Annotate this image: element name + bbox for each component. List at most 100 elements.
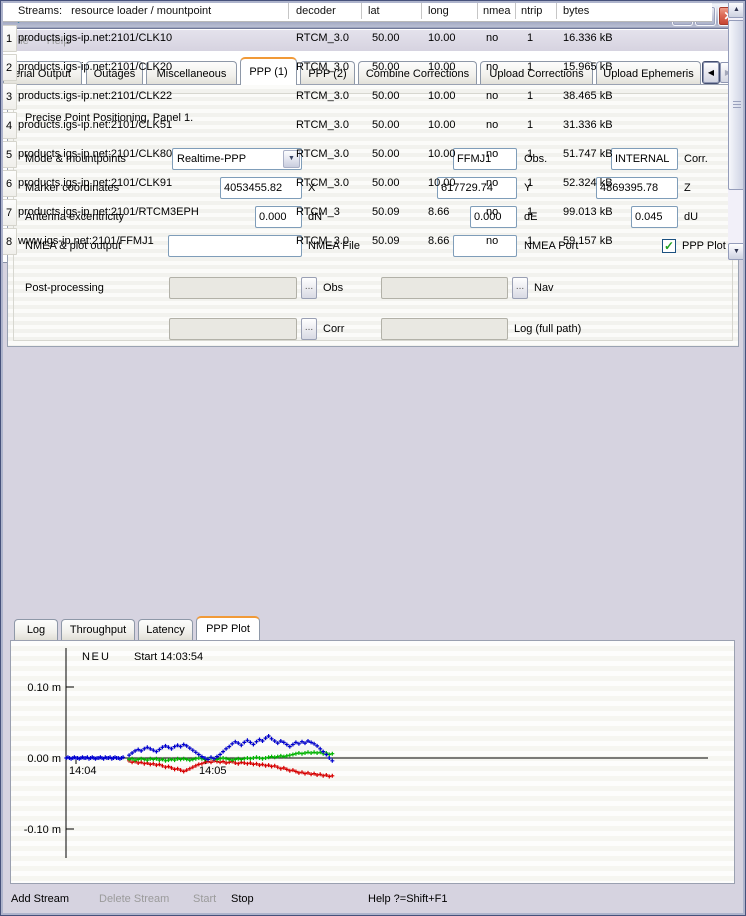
- row-number[interactable]: 2: [1, 54, 17, 81]
- tab-log[interactable]: Log: [14, 619, 58, 640]
- post-nav-label: Nav: [534, 277, 554, 299]
- cell-mountpoint: products.igs-ip.net:2101/CLK80: [18, 140, 172, 169]
- col-ntrip[interactable]: ntrip: [521, 0, 542, 22]
- post-log-label: Log (full path): [514, 318, 581, 340]
- cell-ntrip: 1: [527, 53, 533, 82]
- tab-latency[interactable]: Latency: [138, 619, 193, 640]
- cell-nmea: no: [486, 227, 498, 256]
- post-obs-label: Obs: [323, 277, 343, 299]
- cell-ntrip: 1: [527, 227, 533, 256]
- cell-mountpoint: products.igs-ip.net:2101/CLK51: [18, 111, 172, 140]
- app-window: BKG Ntrip Client (BNC) Version 2.6 ✕ Fil…: [0, 0, 746, 916]
- row-number[interactable]: 8: [1, 228, 17, 255]
- start-button: Start: [193, 893, 216, 905]
- cell-decoder: RTCM_3.0: [296, 82, 349, 111]
- cell-long: 10.00: [428, 169, 456, 198]
- cell-lat: 50.00: [372, 24, 400, 53]
- stop-button[interactable]: Stop: [231, 893, 254, 905]
- triangle-up-icon: ▲: [733, 6, 740, 13]
- tab-ppp-1-[interactable]: PPP (1): [240, 57, 297, 85]
- table-row[interactable]: 4products.igs-ip.net:2101/CLK51 RTCM_3.0 5…: [0, 111, 712, 140]
- row-number[interactable]: 6: [1, 170, 17, 197]
- scrollbar-thumb[interactable]: [728, 20, 745, 190]
- cell-decoder: RTCM_3.0: [296, 169, 349, 198]
- cell-ntrip: 1: [527, 24, 533, 53]
- cell-mountpoint: products.igs-ip.net:2101/CLK10: [18, 24, 172, 53]
- cell-nmea: no: [486, 169, 498, 198]
- post-obs-browse-button[interactable]: ...: [301, 277, 317, 299]
- cell-decoder: RTCM_3.0: [296, 53, 349, 82]
- table-row[interactable]: 6products.igs-ip.net:2101/CLK91 RTCM_3.0 5…: [0, 169, 712, 198]
- delete-stream-button: Delete Stream: [99, 893, 169, 905]
- scroll-down-button[interactable]: ▼: [728, 243, 745, 260]
- cell-long: 8.66: [428, 227, 449, 256]
- post-label: Post-processing: [25, 277, 104, 299]
- cell-lat: 50.00: [372, 111, 400, 140]
- tab-throughput[interactable]: Throughput: [61, 619, 135, 640]
- add-stream-button[interactable]: Add Stream: [11, 893, 69, 905]
- cell-decoder: RTCM_3.0: [296, 111, 349, 140]
- cell-ntrip: 1: [527, 111, 533, 140]
- cell-lat: 50.00: [372, 82, 400, 111]
- cell-lat: 50.09: [372, 198, 400, 227]
- table-scrollbar[interactable]: ▲ ▼: [728, 1, 745, 260]
- table-row[interactable]: 2products.igs-ip.net:2101/CLK20 RTCM_3.0 5…: [0, 53, 712, 82]
- cell-nmea: no: [486, 198, 498, 227]
- cell-bytes: 51.747 kB: [563, 140, 613, 169]
- row-number[interactable]: 1: [1, 25, 17, 52]
- row-number[interactable]: 7: [1, 199, 17, 226]
- cell-decoder: RTCM_3.0: [296, 227, 349, 256]
- tab-ppp-plot[interactable]: PPP Plot: [196, 616, 260, 640]
- cell-mountpoint: products.igs-ip.net:2101/CLK91: [18, 169, 172, 198]
- output-tab-strip: LogThroughputLatencyPPP Plot: [0, 616, 746, 640]
- row-number[interactable]: 5: [1, 141, 17, 168]
- help-shortcut-label: Help ?=Shift+F1: [368, 893, 448, 905]
- col-decoder[interactable]: decoder: [296, 0, 336, 22]
- cell-ntrip: 1: [527, 82, 533, 111]
- cell-lat: 50.00: [372, 53, 400, 82]
- cell-long: 10.00: [428, 82, 456, 111]
- table-row[interactable]: 7products.igs-ip.net:2101/RTCM3EPHRTCM_3…: [0, 198, 712, 227]
- col-long[interactable]: long: [428, 0, 449, 22]
- ppp-plot-chart: 0.10 m0.00 m-0.10 m14:0414:05NEUStart 14…: [11, 641, 734, 883]
- post-log-field: [381, 318, 508, 340]
- cell-long: 10.00: [428, 53, 456, 82]
- table-row[interactable]: 1products.igs-ip.net:2101/CLK10RTCM_3.05…: [0, 24, 712, 53]
- triangle-down-icon: ▼: [733, 248, 740, 255]
- post-corr-browse-button[interactable]: ...: [301, 318, 317, 340]
- cell-nmea: no: [486, 24, 498, 53]
- cell-ntrip: 1: [527, 169, 533, 198]
- post-corr-field: [169, 318, 297, 340]
- cell-long: 8.66: [428, 198, 449, 227]
- cell-nmea: no: [486, 53, 498, 82]
- scroll-up-button[interactable]: ▲: [728, 1, 745, 18]
- table-row[interactable]: 8www.igs-ip.net:2101/FFMJ1RTCM_3.050.098…: [0, 227, 712, 256]
- col-lat[interactable]: lat: [368, 0, 380, 22]
- col-streams[interactable]: Streams: resource loader / mountpoint: [18, 0, 211, 22]
- grip-icon: [733, 101, 741, 109]
- col-bytes[interactable]: bytes: [563, 0, 589, 22]
- cell-decoder: RTCM_3: [296, 198, 340, 227]
- cell-decoder: RTCM_3.0: [296, 24, 349, 53]
- post-corr-label: Corr: [323, 318, 344, 340]
- ppp-plot-pane: 0.10 m0.00 m-0.10 m14:0414:05NEUStart 14…: [10, 640, 735, 884]
- cell-bytes: 52.324 kB: [563, 169, 613, 198]
- cell-bytes: 59.157 kB: [563, 227, 613, 256]
- cell-mountpoint: products.igs-ip.net:2101/CLK22: [18, 82, 172, 111]
- cell-nmea: no: [486, 111, 498, 140]
- table-row[interactable]: 3products.igs-ip.net:2101/CLK22 RTCM_3.0 5…: [0, 82, 712, 111]
- svg-text:14:04: 14:04: [69, 765, 97, 777]
- cell-mountpoint: products.igs-ip.net:2101/CLK20: [18, 53, 172, 82]
- streams-table: Streams: resource loader / mountpoint de…: [0, 0, 732, 263]
- svg-text:N: N: [82, 651, 90, 663]
- post-obs-field: [169, 277, 297, 299]
- action-bar: Help ?=Shift+F1 Add Stream Delete Stream S…: [3, 885, 743, 913]
- row-number[interactable]: 4: [1, 112, 17, 139]
- svg-text:0.00 m: 0.00 m: [27, 753, 61, 765]
- cell-nmea: no: [486, 140, 498, 169]
- cell-bytes: 16.336 kB: [563, 24, 613, 53]
- row-number[interactable]: 3: [1, 83, 17, 110]
- table-row[interactable]: 5products.igs-ip.net:2101/CLK80RTCM_3.05…: [0, 140, 712, 169]
- col-nmea[interactable]: nmea: [483, 0, 511, 22]
- post-nav-browse-button[interactable]: ...: [512, 277, 528, 299]
